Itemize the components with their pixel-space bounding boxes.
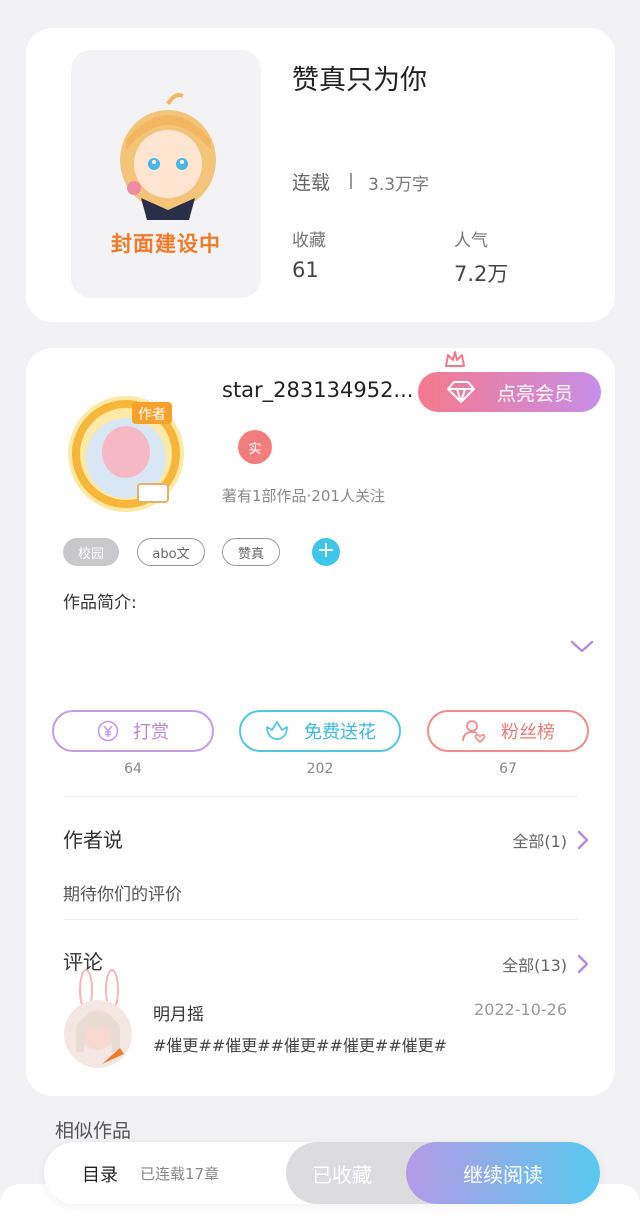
chevron-right-icon [577, 954, 589, 974]
fan-ranking-button[interactable]: 粉丝榜 [427, 710, 589, 752]
reward-label: 打赏 [133, 722, 169, 743]
continue-reading-button[interactable]: 继续阅读 [406, 1142, 600, 1204]
detail-card: 作者 star_283134952... 点亮会员 实 著有1部作品·201人关… [26, 348, 615, 1096]
cover-placeholder-text: 封面建设中 [111, 232, 221, 256]
divider [63, 796, 578, 797]
favorites-label: 收藏 [292, 231, 326, 251]
word-count: 3.3万字 [368, 175, 430, 195]
comment-date: 2022-10-26 [474, 1000, 567, 1019]
send-flower-button[interactable]: 免费送花 [239, 710, 401, 752]
favorites-value: 61 [292, 258, 319, 282]
continue-reading-label: 继续阅读 [463, 1162, 543, 1187]
toc-button[interactable]: 目录 [82, 1161, 118, 1187]
book-info-card: 封面建设中 赞真只为你 连载 3.3万字 收藏 61 人气 7.2万 [26, 28, 615, 322]
comments-more[interactable]: 全部(13) [502, 952, 589, 976]
reward-button[interactable]: 打赏 [52, 710, 214, 752]
flower-label: 免费送花 [304, 722, 376, 743]
book-cover[interactable]: 封面建设中 [71, 50, 261, 298]
divider [63, 919, 578, 920]
cover-illustration [120, 93, 216, 220]
popularity-label: 人气 [454, 231, 488, 251]
author-avatar[interactable]: 作者 [54, 388, 200, 518]
book-status: 连载 [292, 172, 331, 194]
author-says-more[interactable]: 全部(1) [512, 828, 589, 852]
chevron-right-icon [577, 830, 589, 850]
commenter-avatar[interactable] [62, 968, 134, 1072]
fan-user-icon [462, 720, 486, 744]
reward-count: 64 [124, 761, 142, 777]
comments-more-label: 全部(13) [502, 956, 567, 975]
diamond-icon [447, 381, 475, 403]
vip-button-label: 点亮会员 [496, 382, 573, 405]
author-meta: 著有1部作品·201人关注 [222, 487, 385, 505]
flower-icon [266, 721, 288, 740]
fans-label: 粉丝榜 [501, 722, 555, 743]
tag-chip[interactable]: 校园 [63, 538, 119, 566]
real-name-badge: 实 [238, 430, 272, 464]
book-title: 赞真只为你 [292, 65, 427, 96]
commenter-name[interactable]: 明月摇 [153, 1000, 204, 1025]
author-name[interactable]: star_283134952... [222, 378, 413, 402]
author-says-more-label: 全部(1) [512, 832, 567, 851]
svg-text:作者: 作者 [138, 407, 166, 423]
author-says-title: 作者说 [63, 828, 123, 852]
tag-chip[interactable]: 赞真 [222, 538, 280, 566]
yen-icon [97, 720, 119, 742]
similar-works-title: 相似作品 [55, 1120, 132, 1142]
fans-count: 67 [499, 761, 517, 777]
chapter-count: 已连载17章 [140, 1165, 220, 1183]
status-divider [350, 173, 352, 189]
comment-text: #催更##催更##催更##催更##催更# [153, 1036, 448, 1055]
intro-label: 作品简介: [63, 593, 137, 613]
crown-icon [445, 351, 465, 367]
collected-label: 已收藏 [312, 1162, 372, 1187]
vip-button[interactable]: 点亮会员 [418, 372, 601, 412]
add-tag-button[interactable]: + [312, 538, 340, 566]
bottom-action-bar: 目录 已连载17章 已收藏 继续阅读 [44, 1142, 600, 1204]
flower-count: 202 [306, 761, 334, 777]
popularity-value: 7.2万 [454, 262, 509, 286]
tag-chip[interactable]: abo文 [137, 538, 205, 566]
author-note: 期待你们的评价 [63, 885, 182, 905]
chevron-down-icon[interactable] [570, 640, 594, 654]
